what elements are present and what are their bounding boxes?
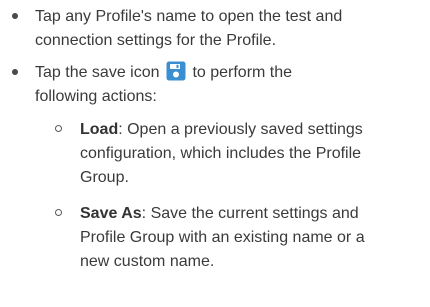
term-description: : Open a previously saved settings	[118, 121, 363, 138]
term-label: Load	[80, 121, 119, 138]
document-body: Tap any Profile's name to open the test …	[0, 0, 430, 307]
sub-list-item-text-line: Save As: Save the current settings and	[80, 202, 359, 225]
term-label: Save As	[80, 205, 142, 222]
sub-list-item-text-line: Group.	[80, 169, 129, 186]
bullet-dot	[12, 69, 18, 75]
sub-list-item-text-line: new custom name.	[80, 253, 215, 270]
bullet-dot	[12, 13, 18, 19]
save-icon	[166, 61, 186, 81]
list-item-text-line: connection settings for the Profile.	[35, 32, 277, 49]
sub-list-item-text-line: Load: Open a previously saved settings	[80, 118, 363, 141]
list-item-text-line: Tap the save icon to perform the	[35, 61, 292, 84]
list-item-text-line: Tap any Profile's name to open the test …	[35, 8, 343, 25]
sub-list-item-text-line: configuration, which includes the Profil…	[80, 145, 362, 162]
sub-list-item-text-line: Profile Group with an existing name or a	[80, 229, 365, 246]
term-description: : Save the current settings and	[141, 205, 359, 222]
sub-bullet-circle	[55, 125, 62, 132]
list-item-text: to perform the	[192, 64, 293, 81]
sub-bullet-circle	[55, 209, 62, 216]
list-item-text: Tap the save icon	[35, 64, 160, 81]
list-item-text-line: following actions:	[35, 88, 157, 105]
